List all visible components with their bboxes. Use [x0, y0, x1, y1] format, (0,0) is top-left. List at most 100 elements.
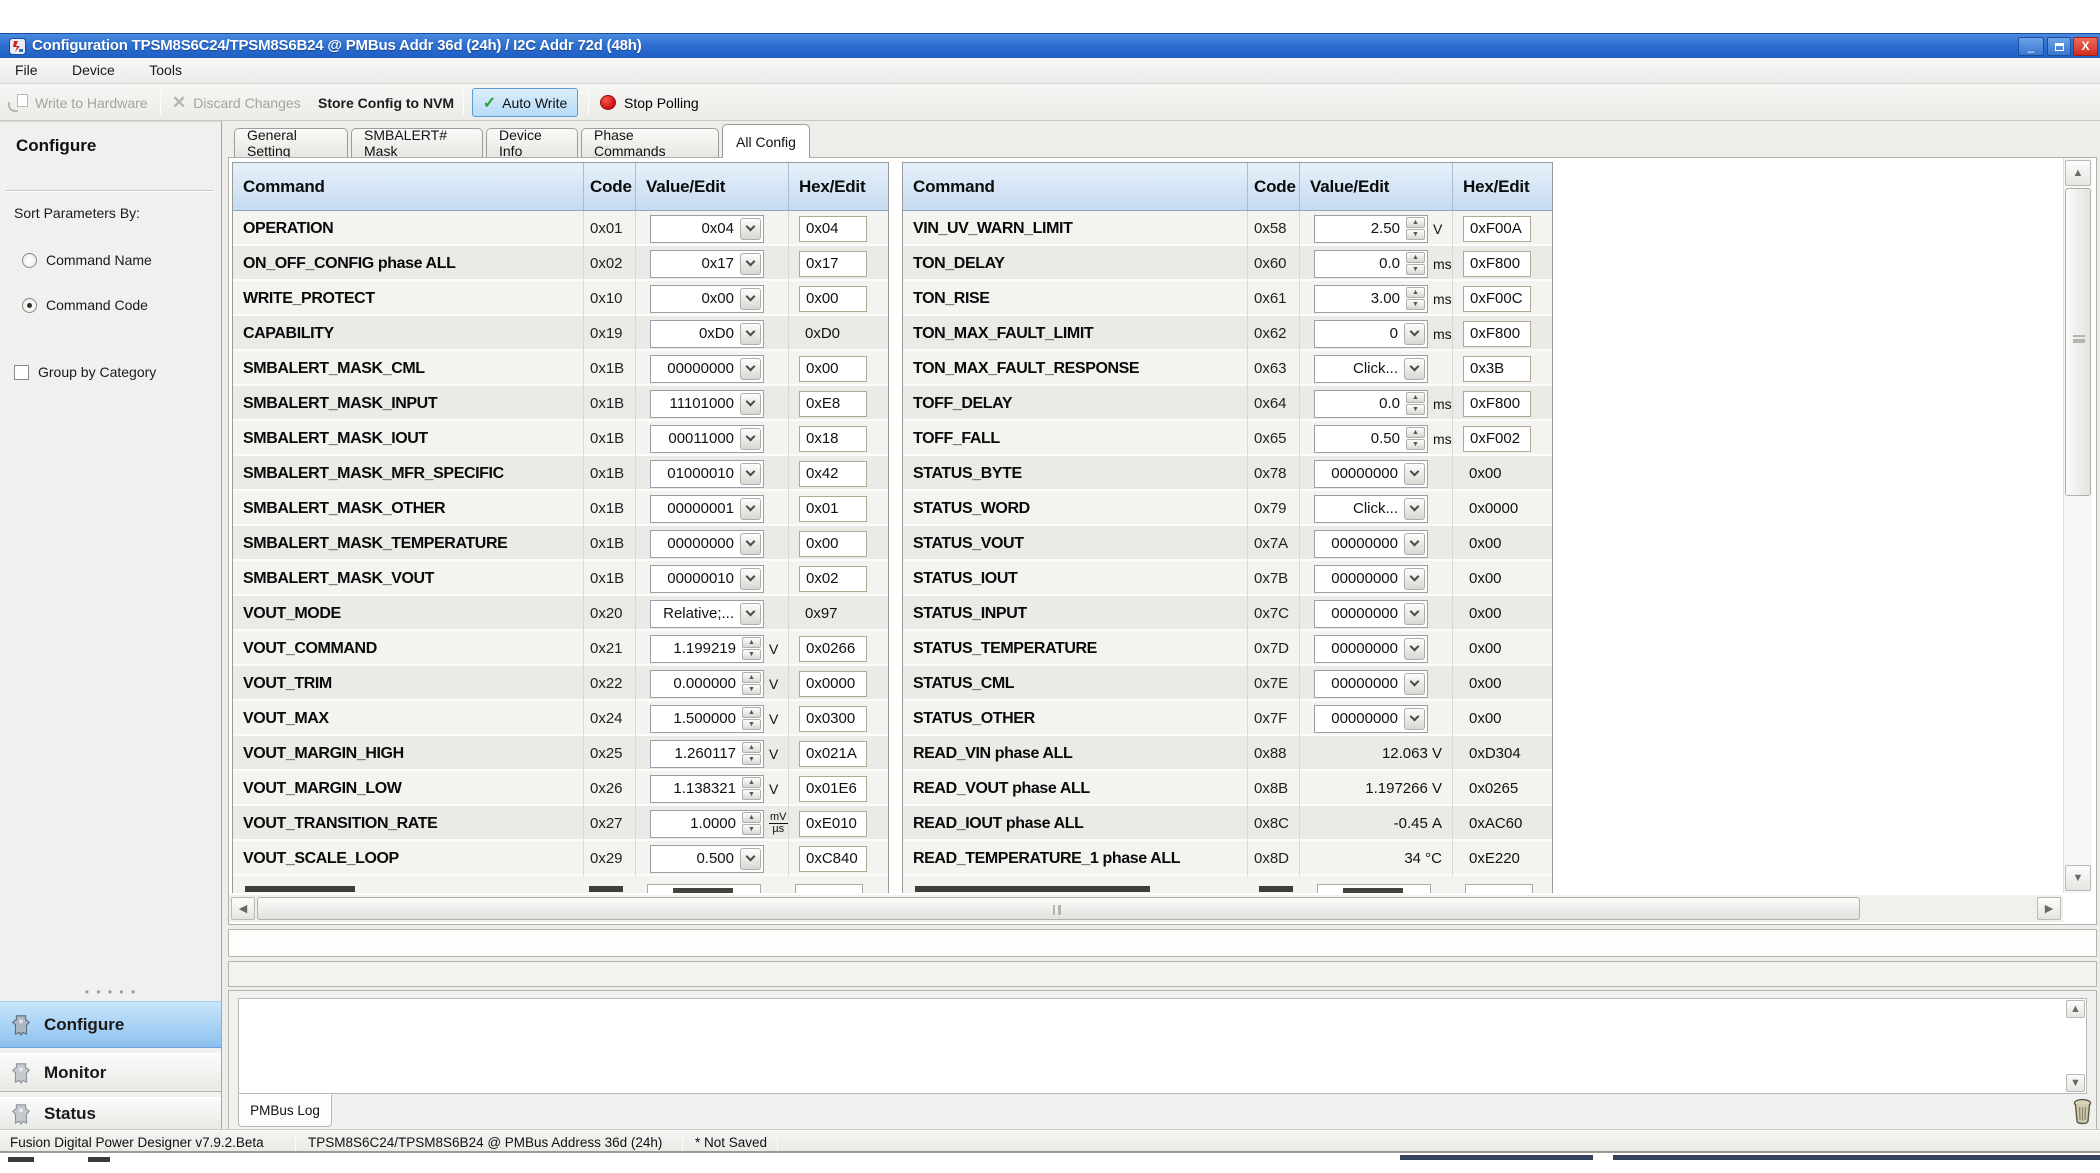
dropdown-arrow-icon[interactable]	[740, 603, 761, 625]
spin-down-icon[interactable]: ▼	[1406, 439, 1425, 450]
spin-down-icon[interactable]: ▼	[742, 824, 761, 835]
hex-input[interactable]: 0xF800	[1463, 391, 1531, 417]
spin-down-icon[interactable]: ▼	[742, 754, 761, 765]
tab-smbalert-mask[interactable]: SMBALERT# Mask	[351, 128, 483, 157]
radio-command-code[interactable]: Command Code	[22, 297, 148, 313]
hex-input[interactable]: 0x02	[799, 566, 867, 592]
dropdown-arrow-icon[interactable]	[740, 253, 761, 275]
hex-input[interactable]: 0x04	[799, 216, 867, 242]
hex-input[interactable]: 0xE010	[799, 811, 867, 837]
spin-up-icon[interactable]: ▲	[1406, 427, 1425, 438]
value-dropdown[interactable]: 00000000	[1314, 705, 1428, 733]
dropdown-arrow-icon[interactable]	[1404, 603, 1425, 625]
log-scroll-up-icon[interactable]: ▲	[2066, 1000, 2085, 1018]
dropdown-arrow-icon[interactable]	[740, 428, 761, 450]
value-spinner[interactable]: 2.50▲▼	[1314, 215, 1428, 243]
hex-input[interactable]: 0x0000	[799, 671, 867, 697]
hex-input[interactable]: 0xF800	[1463, 251, 1531, 277]
value-spinner[interactable]: 0.000000▲▼	[650, 670, 764, 698]
spin-down-icon[interactable]: ▼	[742, 684, 761, 695]
dropdown-arrow-icon[interactable]	[740, 358, 761, 380]
store-config-to-nvm-button[interactable]: Store Config to NVM	[318, 84, 454, 121]
dropdown-arrow-icon[interactable]	[1404, 323, 1425, 345]
spin-down-icon[interactable]: ▼	[1406, 299, 1425, 310]
hex-input[interactable]: 0xC840	[799, 846, 867, 872]
tab-device-info[interactable]: Device Info	[486, 128, 578, 157]
trash-icon[interactable]	[2070, 1098, 2095, 1125]
value-spinner[interactable]: 1.138321▲▼	[650, 775, 764, 803]
hex-input[interactable]: 0x0266	[799, 636, 867, 662]
dropdown-arrow-icon[interactable]	[1404, 463, 1425, 485]
value-spinner[interactable]: 1.0000▲▼	[650, 810, 764, 838]
spin-up-icon[interactable]: ▲	[742, 707, 761, 718]
vertical-scrollbar-thumb[interactable]	[2065, 188, 2091, 496]
value-spinner[interactable]: 0.50▲▼	[1314, 425, 1428, 453]
hex-input[interactable]: 0xF00C	[1463, 286, 1531, 312]
spin-up-icon[interactable]: ▲	[1406, 392, 1425, 403]
value-spinner[interactable]: 0.0▲▼	[1314, 250, 1428, 278]
dropdown-arrow-icon[interactable]	[740, 218, 761, 240]
hex-input[interactable]: 0xF800	[1463, 321, 1531, 347]
scroll-up-icon[interactable]: ▲	[2065, 160, 2091, 186]
menu-device[interactable]: Device	[57, 58, 130, 84]
hex-input[interactable]: 0xE8	[799, 391, 867, 417]
value-dropdown[interactable]: 00000000	[1314, 600, 1428, 628]
dropdown-arrow-icon[interactable]	[740, 498, 761, 520]
hex-input[interactable]: 0x0300	[799, 706, 867, 732]
hex-input[interactable]: 0x18	[799, 426, 867, 452]
value-dropdown[interactable]: 00000000	[1314, 530, 1428, 558]
value-dropdown[interactable]: 00000000	[650, 355, 764, 383]
hex-input[interactable]: 0x00	[799, 531, 867, 557]
value-spinner[interactable]: 3.00▲▼	[1314, 285, 1428, 313]
hex-input[interactable]: 0xF002	[1463, 426, 1531, 452]
spin-up-icon[interactable]: ▲	[1406, 217, 1425, 228]
dropdown-arrow-icon[interactable]	[1404, 708, 1425, 730]
hex-input[interactable]: 0x17	[799, 251, 867, 277]
value-spinner[interactable]: 0.0▲▼	[1314, 390, 1428, 418]
dropdown-arrow-icon[interactable]	[1404, 358, 1425, 380]
spin-down-icon[interactable]: ▼	[742, 649, 761, 660]
nav-status-button[interactable]: Status	[0, 1097, 221, 1130]
close-icon[interactable]: X	[2073, 37, 2098, 56]
dropdown-arrow-icon[interactable]	[1404, 568, 1425, 590]
hex-input[interactable]: 0xF00A	[1463, 216, 1531, 242]
spin-up-icon[interactable]: ▲	[1406, 252, 1425, 263]
splitter-handle[interactable]: • • • • •	[0, 985, 222, 999]
value-dropdown[interactable]: Relative;...	[650, 600, 764, 628]
dropdown-arrow-icon[interactable]	[740, 568, 761, 590]
tab-pmbus-log[interactable]: PMBus Log	[238, 1094, 332, 1127]
tab-general-setting[interactable]: General Setting	[234, 128, 348, 157]
hex-input[interactable]: 0x00	[799, 286, 867, 312]
value-dropdown[interactable]: 0x17	[650, 250, 764, 278]
spin-up-icon[interactable]: ▲	[742, 812, 761, 823]
spin-up-icon[interactable]: ▲	[1406, 287, 1425, 298]
menu-tools[interactable]: Tools	[134, 58, 197, 84]
value-dropdown[interactable]: Click...	[1314, 355, 1428, 383]
menu-file[interactable]: File	[0, 58, 53, 84]
value-spinner[interactable]: 1.500000▲▼	[650, 705, 764, 733]
dropdown-arrow-icon[interactable]	[740, 323, 761, 345]
spin-down-icon[interactable]: ▼	[742, 719, 761, 730]
value-dropdown[interactable]: 0.500	[650, 845, 764, 873]
hex-input[interactable]: 0x021A	[799, 741, 867, 767]
discard-changes-button[interactable]: ✕ Discard Changes	[172, 84, 301, 121]
radio-command-name[interactable]: Command Name	[22, 252, 152, 268]
value-dropdown[interactable]: 00000000	[1314, 670, 1428, 698]
dropdown-arrow-icon[interactable]	[740, 288, 761, 310]
value-dropdown[interactable]: 00000000	[1314, 635, 1428, 663]
value-dropdown[interactable]: Click...	[1314, 495, 1428, 523]
stop-polling-button[interactable]: Stop Polling	[600, 84, 699, 121]
value-spinner[interactable]: 1.199219▲▼	[650, 635, 764, 663]
value-dropdown[interactable]: 0	[1314, 320, 1428, 348]
value-dropdown[interactable]: 00000001	[650, 495, 764, 523]
dropdown-arrow-icon[interactable]	[740, 533, 761, 555]
value-dropdown[interactable]: 11101000	[650, 390, 764, 418]
dropdown-arrow-icon[interactable]	[1404, 533, 1425, 555]
value-dropdown[interactable]: 00000000	[650, 530, 764, 558]
minimize-icon[interactable]: _	[2018, 37, 2044, 56]
dropdown-arrow-icon[interactable]	[740, 393, 761, 415]
hex-input[interactable]: 0x42	[799, 461, 867, 487]
pmbus-log-output[interactable]	[238, 998, 2087, 1094]
value-dropdown[interactable]: 00000000	[1314, 460, 1428, 488]
value-dropdown[interactable]: 00000000	[1314, 565, 1428, 593]
